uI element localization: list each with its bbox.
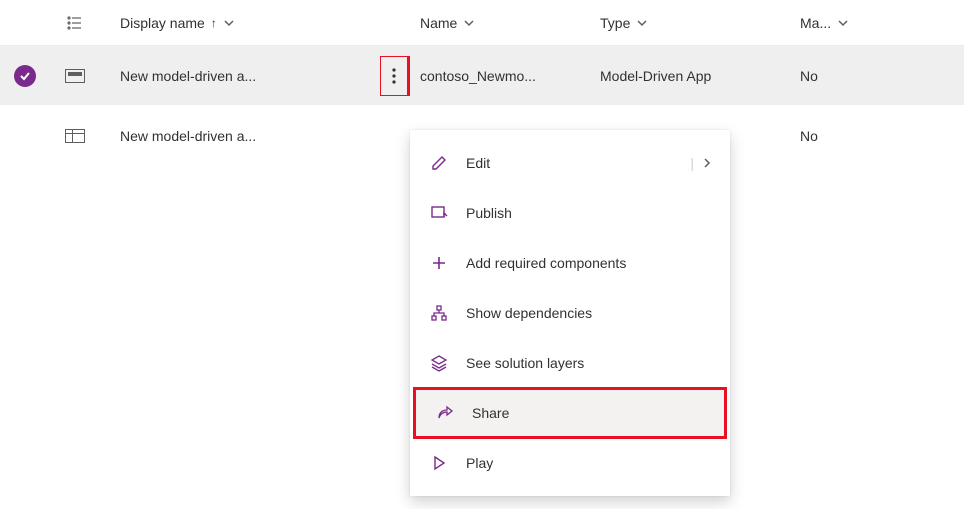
- chevron-down-icon: [837, 17, 849, 29]
- col-header-display-name-label: Display name: [120, 15, 205, 31]
- menu-item-share[interactable]: Share: [416, 390, 724, 436]
- row-managed: No: [800, 68, 818, 84]
- row-name-cell: contoso_Newmo...: [420, 68, 600, 84]
- app-thumb-icon: [65, 69, 85, 83]
- layers-icon: [428, 354, 450, 372]
- share-icon: [434, 404, 456, 422]
- menu-item-label: Edit: [466, 155, 674, 171]
- menu-item-label: Play: [466, 455, 712, 471]
- col-header-view-icon[interactable]: [50, 14, 100, 32]
- menu-item-solution-layers[interactable]: See solution layers: [410, 338, 730, 388]
- row-type: Model-Driven App: [600, 68, 711, 84]
- row-type-icon-cell: [50, 69, 100, 83]
- row-display-name: New model-driven a...: [120, 128, 256, 144]
- row-managed: No: [800, 128, 818, 144]
- publish-icon: [428, 204, 450, 222]
- row-display-name: New model-driven a...: [120, 68, 256, 84]
- app-thumb-icon: [65, 129, 85, 143]
- row-context-menu: Edit | Publish Add required components S…: [410, 130, 730, 496]
- chevron-down-icon: [636, 17, 648, 29]
- menu-item-edit[interactable]: Edit |: [410, 138, 730, 188]
- row-type-icon-cell: [50, 129, 100, 143]
- col-header-type[interactable]: Type: [600, 15, 800, 31]
- dependencies-icon: [428, 304, 450, 322]
- menu-item-publish[interactable]: Publish: [410, 188, 730, 238]
- col-header-managed-label: Ma...: [800, 15, 831, 31]
- selected-check-icon: [14, 65, 36, 87]
- vertical-dots-icon: [392, 67, 396, 85]
- sort-asc-icon: ↑: [211, 16, 217, 30]
- more-actions-button[interactable]: [380, 56, 408, 96]
- row-display-name-cell: New model-driven a...: [100, 128, 380, 144]
- chevron-right-icon: [702, 157, 712, 169]
- row-managed-cell: No: [800, 68, 964, 84]
- list-view-icon: [66, 14, 84, 32]
- row-name: contoso_Newmo...: [420, 68, 536, 84]
- edit-icon: [428, 154, 450, 172]
- chevron-down-icon: [223, 17, 235, 29]
- row-display-name-cell: New model-driven a...: [100, 68, 380, 84]
- menu-item-label: Add required components: [466, 255, 712, 271]
- col-header-name-label: Name: [420, 15, 457, 31]
- menu-item-label: Publish: [466, 205, 712, 221]
- col-header-type-label: Type: [600, 15, 630, 31]
- row-managed-cell: No: [800, 128, 964, 144]
- row-type-cell: Model-Driven App: [600, 68, 800, 84]
- table-row[interactable]: New model-driven a... contoso_Newmo... M…: [0, 46, 964, 106]
- submenu-indicator: |: [690, 155, 712, 171]
- table-header-row: Display name ↑ Name Type Ma...: [0, 0, 964, 46]
- row-actions-cell: [380, 56, 420, 96]
- row-select-cell[interactable]: [0, 65, 50, 87]
- menu-item-label: See solution layers: [466, 355, 712, 371]
- menu-item-add-required[interactable]: Add required components: [410, 238, 730, 288]
- col-header-managed[interactable]: Ma...: [800, 15, 964, 31]
- menu-item-show-dependencies[interactable]: Show dependencies: [410, 288, 730, 338]
- play-icon: [428, 454, 450, 472]
- col-header-name[interactable]: Name: [420, 15, 600, 31]
- col-header-display-name[interactable]: Display name ↑: [100, 15, 380, 31]
- menu-item-label: Share: [472, 405, 706, 421]
- chevron-down-icon: [463, 17, 475, 29]
- menu-item-play[interactable]: Play: [410, 438, 730, 488]
- menu-item-label: Show dependencies: [466, 305, 712, 321]
- plus-icon: [428, 254, 450, 272]
